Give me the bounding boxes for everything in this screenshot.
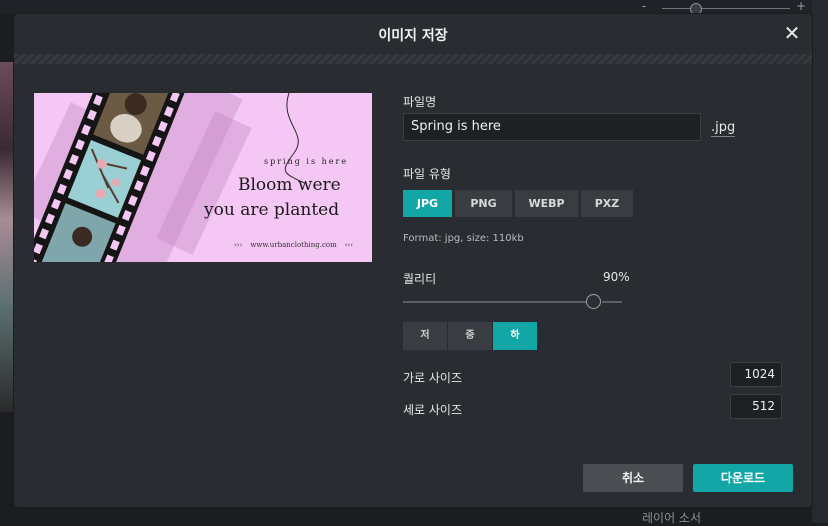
dialog-title: 이미지 저장 <box>378 28 448 44</box>
format-webp-button[interactable]: WEBP <box>515 190 578 217</box>
width-input[interactable]: 1024 <box>730 362 782 387</box>
zoom-in-icon: + <box>795 0 806 13</box>
height-label: 세로 사이즈 <box>403 403 463 417</box>
quality-slider-track[interactable] <box>403 301 586 303</box>
quality-low-button[interactable]: 저 <box>403 322 447 350</box>
format-selector: JPG PNG WEBP PXZ <box>403 190 633 217</box>
format-info: Format: jpg, size: 110kb <box>403 233 524 244</box>
header-divider <box>14 54 812 64</box>
quality-level-selector: 저 중 하 <box>403 322 537 350</box>
quality-high-button[interactable]: 하 <box>493 322 537 350</box>
filename-label: 파일명 <box>403 95 437 109</box>
height-input[interactable]: 512 <box>730 394 782 419</box>
close-icon[interactable]: ✕ <box>782 23 802 43</box>
background-side-panel <box>812 0 828 523</box>
download-button[interactable]: 다운로드 <box>693 464 793 492</box>
background-zoom-control: - + <box>640 0 820 15</box>
zoom-track <box>662 8 790 9</box>
background-canvas-edge <box>0 62 14 412</box>
filename-input[interactable]: Spring is here <box>403 113 701 141</box>
extension-link[interactable]: .jpg <box>711 120 736 137</box>
preview-url: www.urbanclothing.com <box>234 241 353 249</box>
quality-slider-handle[interactable] <box>586 294 601 309</box>
quality-value: 90% <box>603 270 630 284</box>
format-pxz-button[interactable]: PXZ <box>581 190 633 217</box>
width-label: 가로 사이즈 <box>403 371 463 385</box>
filetype-label: 파일 유형 <box>403 167 451 181</box>
dialog-header: 이미지 저장 ✕ <box>14 14 812 54</box>
quality-slider-track-rest[interactable] <box>602 301 622 303</box>
preview-small-text: spring is here <box>264 157 349 166</box>
format-jpg-button[interactable]: JPG <box>403 190 452 217</box>
preview-headline-1: Bloom were <box>238 175 341 195</box>
quality-medium-button[interactable]: 중 <box>448 322 492 350</box>
image-preview: spring is here Bloom were you are plante… <box>34 93 372 262</box>
save-image-dialog: 이미지 저장 ✕ spring is here Bloom were you a… <box>14 14 812 507</box>
background-layer-label: 레이어 소서 <box>642 511 702 525</box>
cancel-button[interactable]: 취소 <box>583 464 683 492</box>
quality-label: 퀄리티 <box>403 272 437 286</box>
preview-headline-2: you are planted <box>204 200 340 220</box>
format-png-button[interactable]: PNG <box>455 190 512 217</box>
zoom-out-icon: - <box>642 0 647 13</box>
